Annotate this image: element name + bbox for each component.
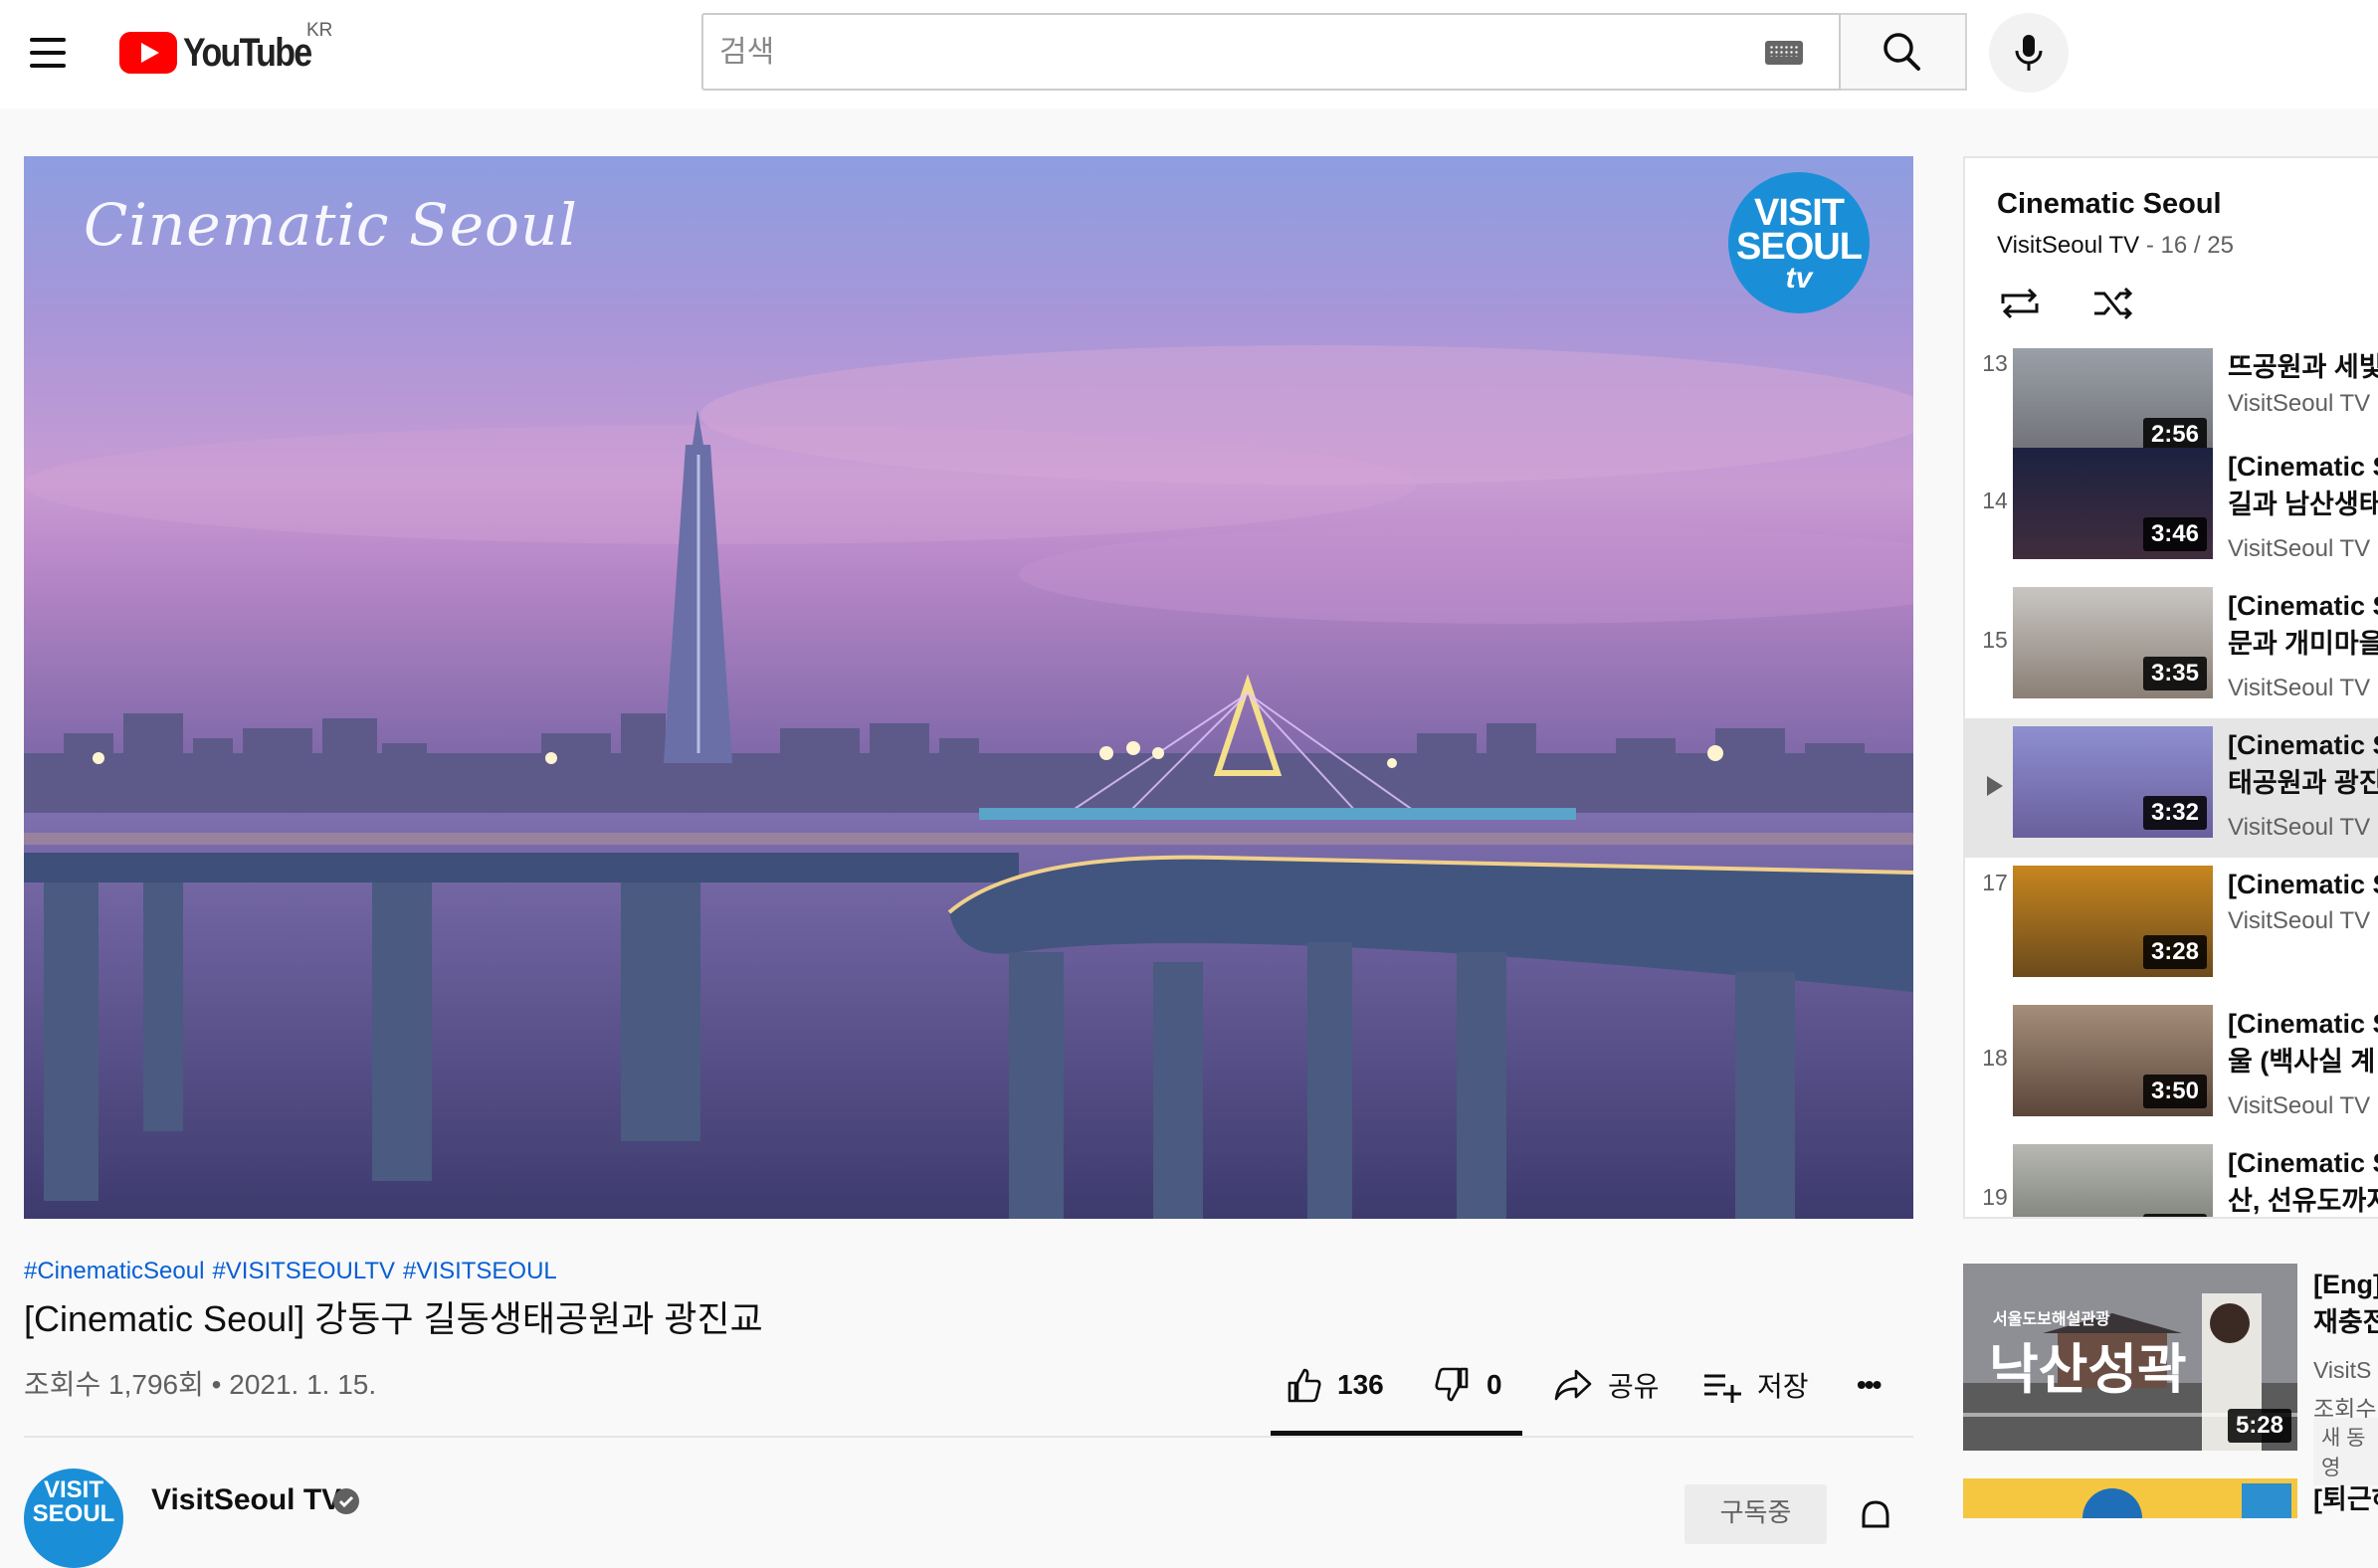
video-duration: 3:46 <box>2142 517 2207 551</box>
hashtags: #CinematicSeoul #VISITSEOULTV #VISITSEOUL <box>24 1258 565 1285</box>
youtube-logo[interactable]: YouTube <box>119 28 333 78</box>
video-duration: 3:35 <box>2142 657 2207 690</box>
video-view-count-date: 조회수 1,796회 • 2021. 1. 15. <box>24 1369 377 1400</box>
youtube-play-icon <box>119 32 177 74</box>
recommended-thumbnail[interactable]: 서울도보해설관광 낙산성곽 5:28 <box>1963 1264 2297 1451</box>
playlist-item[interactable]: 15 3:35 [Cinematic S 문과 개미마을 VisitSeoul TV <box>1965 579 2378 718</box>
video-duration: 3:32 <box>2142 796 2207 830</box>
recommended-thumbnail[interactable] <box>1963 1478 2297 1518</box>
menu-icon[interactable] <box>26 34 72 72</box>
playlist-item-thumbnail[interactable]: 2:56 <box>2013 1144 2213 1217</box>
video-player[interactable]: Cinematic Seoul VISIT SEOUL tv <box>24 156 1913 1219</box>
new-video-badge: 새 동영 <box>2313 1418 2378 1485</box>
playlist-item-title: 뜨공원과 세빛 <box>2228 352 2378 382</box>
playlist-item-title: [Cinematic S <box>2228 1148 2378 1178</box>
keyboard-icon[interactable] <box>1765 41 1803 65</box>
playlist-title[interactable]: Cinematic Seoul <box>1997 188 2222 221</box>
playlist-item[interactable]: 192:56[Cinematic S산, 선유도까지VisitSeoul TV <box>1965 1136 2378 1217</box>
video-duration: 3:28 <box>2142 935 2207 969</box>
playlist-item-title: [Cinematic S <box>2228 452 2378 482</box>
mic-icon <box>2015 35 2043 71</box>
playlist-item-title-line2: 태공원과 광진 <box>2228 768 2378 798</box>
voice-search-button[interactable] <box>1989 13 2069 93</box>
playlist-item-channel: VisitSeoul TV <box>2228 390 2371 417</box>
playlist-item-title: [Cinematic S <box>2228 591 2378 621</box>
playlist-add-icon <box>1704 1374 1741 1403</box>
search-box <box>701 13 1841 91</box>
thumbs-down-icon <box>1435 1367 1469 1402</box>
dislike-button[interactable]: 0 <box>1433 1360 1502 1410</box>
playlist-item-title-line2: 길과 남산생태 <box>2228 490 2378 519</box>
channel-name[interactable]: VisitSeoul TV <box>151 1483 341 1517</box>
notification-bell-icon[interactable] <box>1859 1498 1892 1538</box>
playlist-position: - 16 / 25 <box>2145 232 2234 259</box>
hashtag-link[interactable]: #VISITSEOULTV <box>212 1258 395 1284</box>
thumbs-up-icon <box>1288 1368 1321 1403</box>
search-button[interactable] <box>1841 13 1967 91</box>
like-button[interactable]: 136 <box>1284 1360 1384 1410</box>
verified-badge-icon <box>333 1488 359 1514</box>
share-icon <box>1554 1369 1592 1401</box>
save-button[interactable]: 저장 <box>1701 1360 1809 1410</box>
more-actions-button[interactable]: ••• <box>1857 1360 1882 1410</box>
channel-watermark[interactable]: VISIT SEOUL tv <box>1728 172 1870 313</box>
playlist-item-thumbnail[interactable]: 3:28 <box>2013 866 2213 977</box>
playlist-item-channel: VisitSeoul TV <box>2228 675 2371 701</box>
playlist-item-title: [Cinematic S <box>2228 730 2378 760</box>
playlist-subtitle: VisitSeoul TV - 16 / 25 <box>1997 232 2234 260</box>
loop-icon[interactable] <box>1997 284 2043 323</box>
playlist-item-channel: VisitSeoul TV <box>2228 535 2371 562</box>
playlist-item-thumbnail[interactable]: 3:50 <box>2013 1005 2213 1116</box>
playlist-item-title-line2: 울 (백사실 계 <box>2228 1047 2376 1077</box>
playlist-item-thumbnail[interactable]: 3:35 <box>2013 587 2213 698</box>
video-duration: 5:28 <box>2227 1409 2291 1443</box>
recommended-title-line2[interactable]: 재충전 <box>2313 1303 2378 1341</box>
channel-avatar[interactable]: VISIT SEOUL <box>24 1469 123 1568</box>
search-input[interactable] <box>717 15 1716 91</box>
playlist-item-title-line2: 문과 개미마을 <box>2228 629 2378 659</box>
hashtag-link[interactable]: #CinematicSeoul <box>24 1258 204 1284</box>
playlist-item-title: [Cinematic S <box>2228 870 2378 899</box>
country-code: KR <box>306 20 333 41</box>
playlist-channel[interactable]: VisitSeoul TV <box>1997 232 2139 259</box>
share-button[interactable]: 공유 <box>1552 1360 1660 1410</box>
playlist-item-title: [Cinematic S <box>2228 1009 2378 1039</box>
recommended-channel[interactable]: VisitS <box>2313 1357 2371 1384</box>
playlist-item-channel: VisitSeoul TV <box>2228 814 2371 841</box>
playlist-item-channel: VisitSeoul TV <box>2228 907 2371 934</box>
video-duration: 2:56 <box>2142 1214 2207 1217</box>
video-frame <box>24 156 1913 1219</box>
playlist-item-current[interactable]: 3:32 [Cinematic S 태공원과 광진 VisitSeoul TV <box>1965 718 2378 858</box>
masthead: YouTube KR <box>0 0 2378 108</box>
dislike-count: 0 <box>1486 1369 1502 1400</box>
subscribe-button[interactable]: 구독중 <box>1684 1484 1827 1544</box>
recommended-title[interactable]: [퇴근하 <box>2313 1480 2378 1518</box>
playlist-item-thumbnail[interactable]: 3:32 <box>2013 726 2213 838</box>
share-label: 공유 <box>1608 1371 1660 1402</box>
save-label: 저장 <box>1757 1371 1809 1402</box>
shuffle-icon[interactable] <box>2090 284 2136 323</box>
playlist-item[interactable]: 18 3:50 [Cinematic S울 (백사실 계 VisitSeoul TV <box>1965 997 2378 1136</box>
playlist-item-channel: VisitSeoul TV <box>2228 1092 2371 1119</box>
divider <box>24 1436 1913 1438</box>
logo-text: YouTube <box>183 30 312 75</box>
video-title: [Cinematic Seoul] 강동구 길동생태공원과 광진교 <box>24 1298 763 1339</box>
like-count: 136 <box>1337 1369 1384 1400</box>
video-overlay-title: Cinematic Seoul <box>84 191 578 259</box>
now-playing-icon <box>1987 776 2003 796</box>
playlist-item-thumbnail[interactable]: 3:46 <box>2013 448 2213 559</box>
playlist-item[interactable]: 17 3:28 [Cinematic S VisitSeoul TV <box>1965 858 2378 997</box>
recommended-title[interactable]: [Eng] <box>2313 1266 2378 1303</box>
search-icon <box>1883 33 1920 71</box>
hashtag-link[interactable]: #VISITSEOUL <box>403 1258 557 1284</box>
video-duration: 3:50 <box>2142 1075 2207 1108</box>
playlist-item-title-line2: 산, 선유도까지 <box>2228 1186 2378 1216</box>
thumbnail-title: 낙산성곽 <box>1989 1340 2187 1400</box>
playlist-panel: Cinematic Seoul VisitSeoul TV - 16 / 25 … <box>1963 156 2378 1219</box>
playlist-item[interactable]: 14 3:46 [Cinematic S 길과 남산생태 VisitSeoul TV <box>1965 440 2378 579</box>
